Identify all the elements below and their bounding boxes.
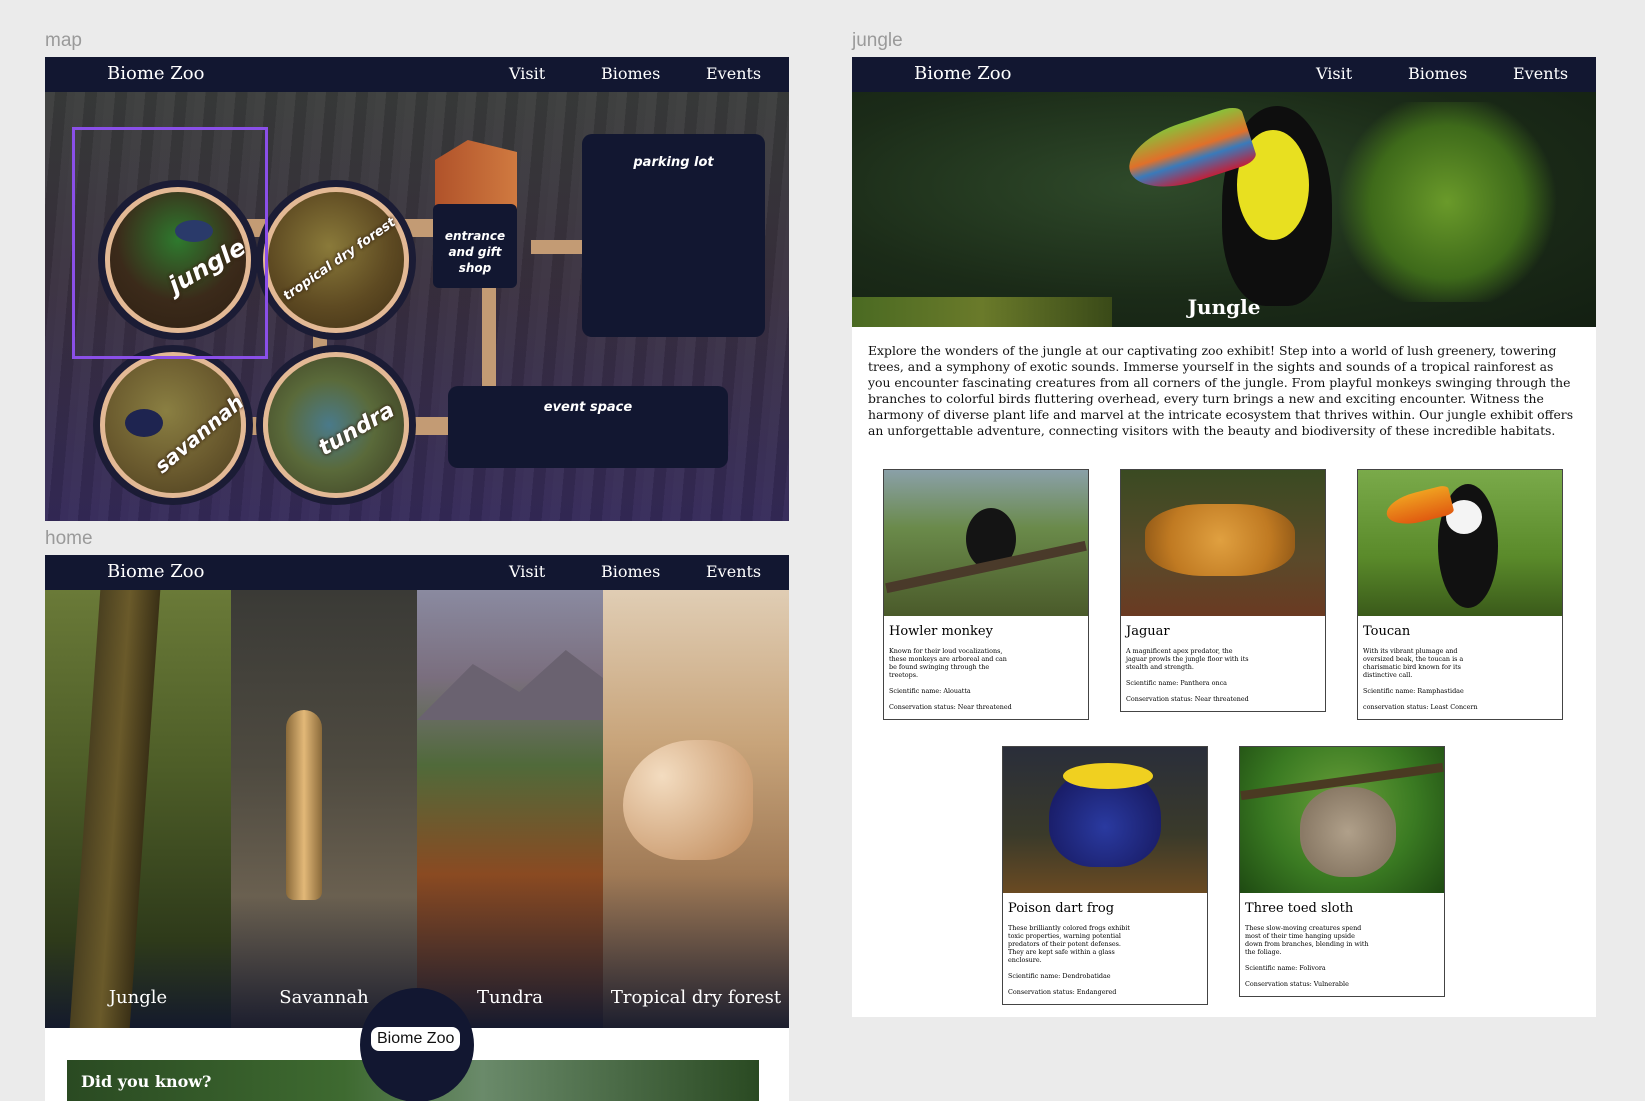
tree-trunk xyxy=(69,590,161,1028)
animal-name: Howler monkey xyxy=(889,624,993,639)
animal-name: Poison dart frog xyxy=(1008,901,1115,916)
did-you-know-title: Did you know? xyxy=(81,1072,212,1091)
animal-scientific-name: Scientific name: Ramphastidae xyxy=(1363,687,1464,695)
entrance-label: entrance and gift shop xyxy=(444,229,506,275)
animal-name: Toucan xyxy=(1363,624,1411,639)
animal-conservation-status: Conservation status: Vulnerable xyxy=(1245,980,1349,988)
entrance-panel[interactable]: entrance and gift shop xyxy=(433,204,517,288)
biome-card-label: Tropical dry forest xyxy=(610,987,782,1008)
animal-photo xyxy=(1121,470,1325,616)
biome-card-tropical-dry-forest[interactable]: Tropical dry forest xyxy=(603,590,789,1028)
parking-lot-panel[interactable]: parking lot xyxy=(582,134,765,337)
animal-photo xyxy=(1003,747,1207,893)
animal-card-jaguar[interactable]: Jaguar A magnificent apex predator, the … xyxy=(1120,469,1326,712)
biome-card-savannah[interactable]: Savannah xyxy=(231,590,417,1028)
jaguar-silhouette xyxy=(1145,504,1295,576)
animal-conservation-status: conservation status: Least Concern xyxy=(1363,703,1478,711)
home-frame: Biome Zoo Visit Biomes Events Jungle Sav… xyxy=(45,555,789,1101)
animal-conservation-status: Conservation status: Endangered xyxy=(1008,988,1117,996)
event-space-panel[interactable]: event space xyxy=(448,386,728,468)
animal-card-howler-monkey[interactable]: Howler monkey Known for their loud vocal… xyxy=(883,469,1089,720)
nav-brand[interactable]: Biome Zoo xyxy=(107,561,204,582)
nav-link-visit[interactable]: Visit xyxy=(1316,64,1352,83)
animal-card-toucan[interactable]: Toucan With its vibrant plumage and over… xyxy=(1357,469,1563,720)
fox-silhouette xyxy=(623,740,753,860)
animal-photo xyxy=(1240,747,1444,893)
frame-label-home: home xyxy=(45,528,93,549)
navbar: Biome Zoo Visit Biomes Events xyxy=(45,555,789,590)
nav-brand[interactable]: Biome Zoo xyxy=(107,63,204,84)
hero-title: Jungle xyxy=(1187,295,1261,319)
animal-description: These brilliantly colored frogs exhibit … xyxy=(1008,924,1130,964)
nav-link-biomes[interactable]: Biomes xyxy=(601,64,660,83)
parking-lot-label: parking lot xyxy=(633,155,714,170)
frog-head xyxy=(1063,763,1153,789)
animal-photo xyxy=(884,470,1088,616)
meerkat-silhouette xyxy=(286,710,322,900)
animal-photo xyxy=(1358,470,1562,616)
jungle-frame: Biome Zoo Visit Biomes Events Jungle Exp… xyxy=(852,57,1596,1017)
biome-card-label: Jungle xyxy=(108,987,168,1008)
animal-description: A magnificent apex predator, the jaguar … xyxy=(1126,647,1249,671)
nav-link-events[interactable]: Events xyxy=(1513,64,1568,83)
animal-scientific-name: Scientific name: Dendrobatidae xyxy=(1008,972,1111,980)
logo-badge-label: Biome Zoo xyxy=(371,1027,461,1051)
nav-link-visit[interactable]: Visit xyxy=(509,64,545,83)
frame-label-map: map xyxy=(45,30,82,51)
navbar: Biome Zoo Visit Biomes Events xyxy=(852,57,1596,92)
animal-conservation-status: Conservation status: Near threatened xyxy=(1126,695,1249,703)
map-frame: Biome Zoo Visit Biomes Events jungle tro… xyxy=(45,57,789,521)
biome-card-tundra[interactable]: Tundra xyxy=(417,590,603,1028)
foliage xyxy=(1332,102,1562,302)
nav-link-biomes[interactable]: Biomes xyxy=(601,562,660,581)
nav-brand[interactable]: Biome Zoo xyxy=(914,63,1011,84)
logo-badge: Biome Zoo xyxy=(360,988,474,1101)
nav-link-biomes[interactable]: Biomes xyxy=(1408,64,1467,83)
path xyxy=(482,277,496,387)
animal-card-three-toed-sloth[interactable]: Three toed sloth These slow-moving creat… xyxy=(1239,746,1445,997)
biome-card-jungle[interactable]: Jungle xyxy=(45,590,231,1028)
selection-box xyxy=(72,127,268,359)
animal-conservation-status: Conservation status: Near threatened xyxy=(889,703,1012,711)
waterhole-icon xyxy=(125,409,163,437)
event-space-label: event space xyxy=(543,400,633,415)
mountain-shape xyxy=(417,650,603,720)
animal-description: Known for their loud vocalizations, thes… xyxy=(889,647,1007,679)
sloth-silhouette xyxy=(1300,787,1396,877)
hero-banner: Jungle xyxy=(852,92,1596,327)
nav-link-visit[interactable]: Visit xyxy=(509,562,545,581)
animal-scientific-name: Scientific name: Panthera onca xyxy=(1126,679,1227,687)
intro-paragraph: Explore the wonders of the jungle at our… xyxy=(868,343,1574,438)
animal-scientific-name: Scientific name: Folivora xyxy=(1245,964,1326,972)
map-background: jungle tropical dry forest savannah tund… xyxy=(45,92,789,521)
frame-label-jungle: jungle xyxy=(852,30,903,51)
animal-description: With its vibrant plumage and oversized b… xyxy=(1363,647,1464,679)
animal-name: Three toed sloth xyxy=(1245,901,1354,916)
nav-link-events[interactable]: Events xyxy=(706,64,761,83)
nav-link-events[interactable]: Events xyxy=(706,562,761,581)
animal-name: Jaguar xyxy=(1126,624,1170,639)
animal-description: These slow-moving creatures spend most o… xyxy=(1245,924,1369,956)
navbar: Biome Zoo Visit Biomes Events xyxy=(45,57,789,92)
animal-scientific-name: Scientific name: Alouatta xyxy=(889,687,971,695)
animal-card-poison-dart-frog[interactable]: Poison dart frog These brilliantly color… xyxy=(1002,746,1208,1005)
